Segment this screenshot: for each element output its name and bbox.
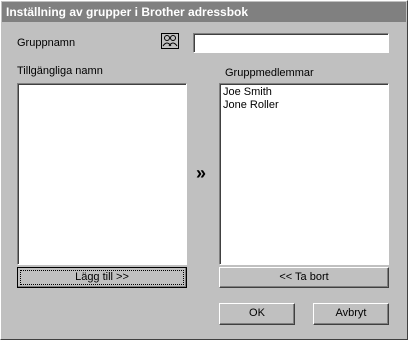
transfer-arrow-icon: » bbox=[196, 163, 207, 183]
available-names-label: Tillgängliga namn bbox=[17, 65, 103, 77]
group-setup-dialog: Inställning av grupper i Brother adressb… bbox=[0, 0, 408, 340]
group-members-list[interactable]: Joe Smith Jone Roller bbox=[219, 83, 389, 265]
list-item[interactable]: Joe Smith bbox=[223, 86, 385, 99]
ok-button[interactable]: OK bbox=[219, 303, 295, 325]
list-item[interactable]: Jone Roller bbox=[223, 99, 385, 112]
window-title: Inställning av grupper i Brother adressb… bbox=[2, 2, 406, 22]
group-people-icon bbox=[161, 33, 179, 52]
group-members-label: Gruppmedlemmar bbox=[225, 67, 314, 79]
group-name-input[interactable] bbox=[193, 33, 389, 53]
remove-button[interactable]: << Ta bort bbox=[219, 267, 389, 288]
group-name-label: Gruppnamn bbox=[17, 37, 76, 49]
add-button[interactable]: Lägg till >> bbox=[17, 267, 187, 288]
available-names-list[interactable] bbox=[17, 83, 187, 265]
cancel-button[interactable]: Avbryt bbox=[313, 303, 389, 325]
